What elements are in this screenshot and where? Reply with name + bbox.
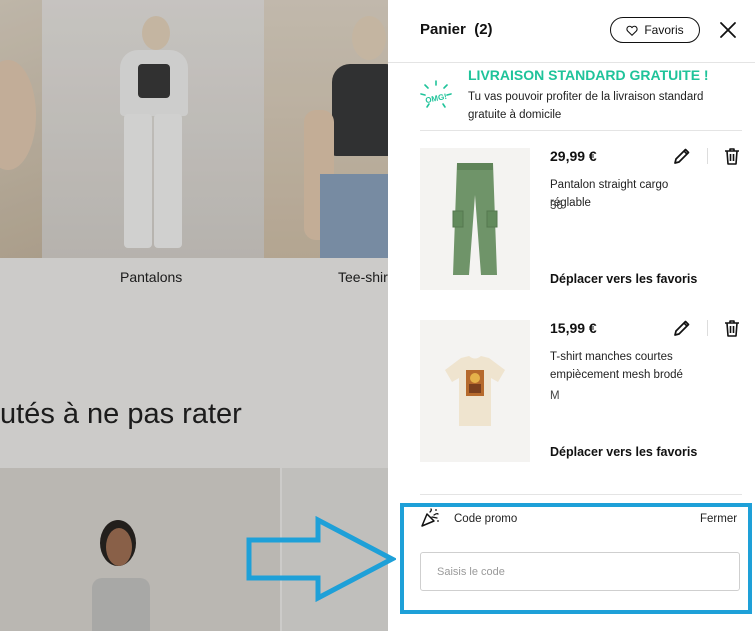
promo-code-section: Code promo Fermer [388,500,755,631]
omg-badge-text: OMG! [425,92,448,105]
pants-image [452,163,498,275]
heart-icon [626,25,638,36]
close-icon[interactable] [718,20,738,40]
free-shipping-banner: OMG! LIVRAISON STANDARD GRATUITE ! Tu va… [420,66,742,131]
item-name[interactable]: Pantalon straight cargo réglable [550,176,710,212]
actions-divider [707,148,708,164]
favorites-label: Favoris [644,23,684,37]
cart-item: 29,99 € Pantalon straight cargo réglable… [420,146,742,296]
promo-close-link[interactable]: Fermer [700,513,737,525]
party-popper-icon [421,508,439,527]
trash-icon[interactable] [722,318,742,338]
trash-icon[interactable] [722,146,742,166]
promo-code-label: Code promo [454,513,518,525]
item-size: 36 [550,200,563,212]
item-name[interactable]: T-shirt manches courtes empiècement mesh… [550,348,710,384]
free-shipping-text: Tu vas pouvoir profiter de la livraison … [468,91,704,121]
tshirt-image [445,356,505,426]
cart-title: Panier (2) [420,21,493,38]
item-price: 15,99 € [550,320,597,336]
cart-item: 15,99 € T-shirt manches courtes empiècem… [420,318,742,468]
pencil-icon[interactable] [672,318,692,338]
omg-badge-icon: OMG! [420,80,452,108]
item-price: 29,99 € [550,148,597,164]
product-thumbnail-tshirt[interactable] [420,320,530,462]
cart-title-text: Panier [420,21,466,38]
promo-code-input[interactable] [420,552,740,591]
pencil-icon[interactable] [672,146,692,166]
cart-count: (2) [474,21,493,38]
actions-divider [707,320,708,336]
move-to-favorites-link[interactable]: Déplacer vers les favoris [550,445,697,459]
move-to-favorites-link[interactable]: Déplacer vers les favoris [550,272,697,286]
cart-drawer: Panier (2) Favoris OMG! LIVRAISON STANDA… [388,0,755,631]
divider [420,494,742,495]
favorites-button[interactable]: Favoris [610,17,700,43]
product-thumbnail-pants[interactable] [420,148,530,290]
item-size: M [550,390,560,402]
cart-header: Panier (2) Favoris [388,0,755,63]
free-shipping-title: LIVRAISON STANDARD GRATUITE ! [468,67,709,83]
